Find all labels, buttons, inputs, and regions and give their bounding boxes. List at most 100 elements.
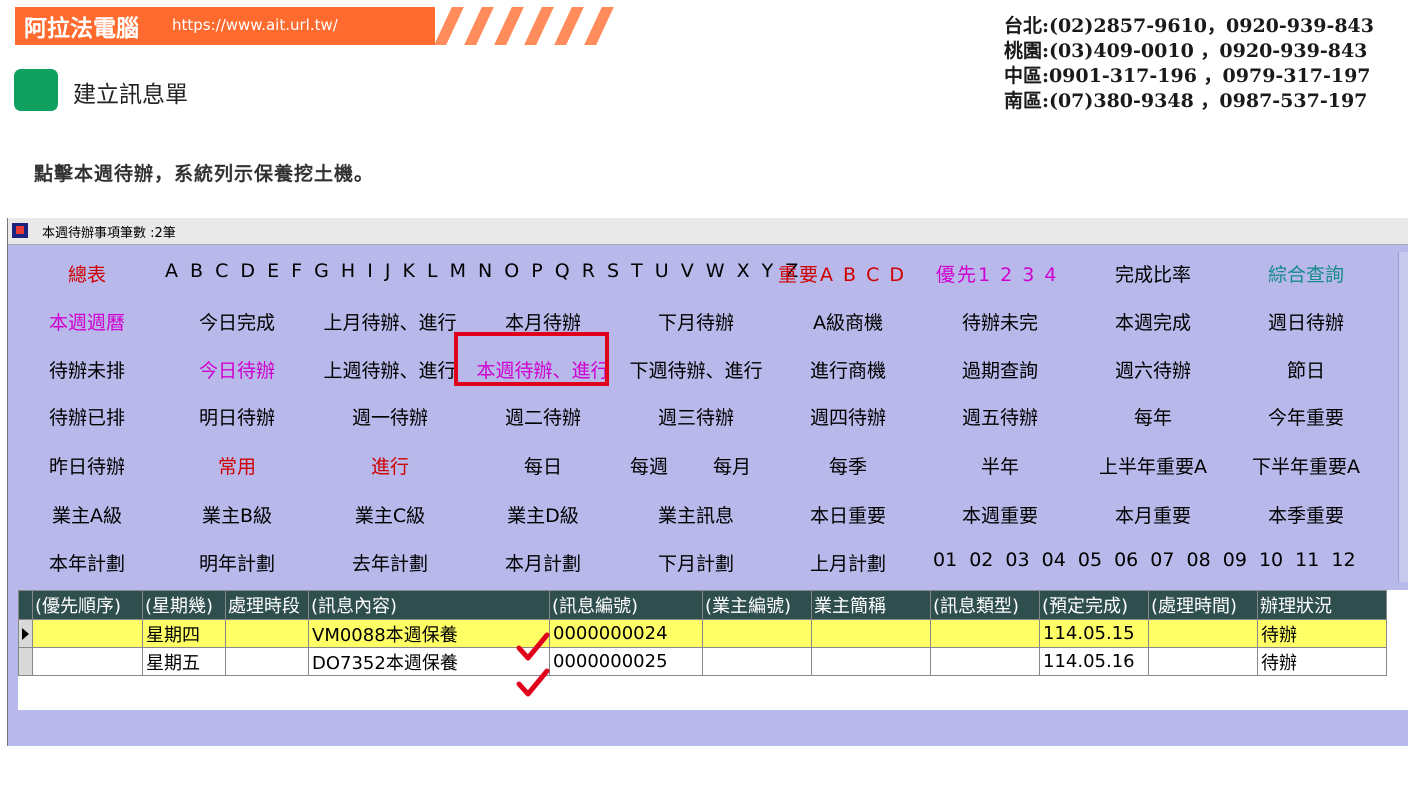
- menu-friday-todo[interactable]: 週五待辦: [924, 403, 1076, 430]
- table-cell[interactable]: [930, 619, 1040, 648]
- table-cell[interactable]: 114.05.16: [1039, 647, 1149, 676]
- menu-thursday-todo[interactable]: 週四待辦: [772, 403, 924, 430]
- menu-last-month-todo[interactable]: 上月待辦、進行: [314, 308, 466, 335]
- table-cell[interactable]: [702, 647, 812, 676]
- menu-this-year-plan[interactable]: 本年計劃: [11, 549, 163, 576]
- table-cell[interactable]: [1148, 619, 1258, 648]
- menu-weekly[interactable]: 每週: [630, 452, 668, 479]
- table-cell[interactable]: [930, 647, 1040, 676]
- menu-owner-a[interactable]: 業主A級: [11, 501, 163, 528]
- table-cell[interactable]: 0000000025: [549, 647, 703, 676]
- menu-owner-b[interactable]: 業主B級: [161, 501, 313, 528]
- table-cell[interactable]: 星期四: [142, 619, 226, 648]
- menu-last-year-plan[interactable]: 去年計劃: [314, 549, 466, 576]
- column-header[interactable]: (優先順序): [32, 590, 143, 620]
- menu-overdue-query[interactable]: 過期查詢: [924, 356, 1076, 383]
- menu-wednesday-todo[interactable]: 週三待辦: [620, 403, 772, 430]
- column-header[interactable]: (業主編號): [702, 590, 812, 620]
- menu-today-todo[interactable]: 今日待辦: [161, 356, 313, 383]
- menu-quarter-important[interactable]: 本季重要: [1230, 501, 1382, 528]
- menu-sunday-todo[interactable]: 週日待辦: [1230, 308, 1382, 335]
- table-cell[interactable]: VM0088本週保養: [308, 619, 550, 648]
- menu-last-week-todo[interactable]: 上週待辦、進行: [314, 356, 466, 383]
- table-cell[interactable]: [225, 619, 309, 648]
- table-cell[interactable]: [702, 619, 812, 648]
- table-cell[interactable]: 星期五: [142, 647, 226, 676]
- menu-next-month-todo[interactable]: 下月待辦: [620, 308, 772, 335]
- table-cell[interactable]: 0000000024: [549, 619, 703, 648]
- menu-week-done[interactable]: 本週完成: [1077, 308, 1229, 335]
- menu-last-month-plan[interactable]: 上月計劃: [772, 549, 924, 576]
- menu-total[interactable]: 總表: [11, 260, 163, 287]
- menu-next-year-plan[interactable]: 明年計劃: [161, 549, 313, 576]
- menu-todo-scheduled[interactable]: 待辦已排: [11, 403, 163, 430]
- brand-name: 阿拉法電腦: [24, 15, 139, 42]
- table-cell[interactable]: [1148, 647, 1258, 676]
- menu-holiday[interactable]: 節日: [1230, 356, 1382, 383]
- column-header[interactable]: (訊息類型): [930, 590, 1040, 620]
- table-cell[interactable]: [811, 647, 931, 676]
- menu-monday-todo[interactable]: 週一待辦: [314, 403, 466, 430]
- table-row[interactable]: 星期四 VM0088本週保養 0000000024 114.05.15 待辦: [18, 619, 1387, 648]
- column-header[interactable]: 業主簡稱: [811, 590, 931, 620]
- menu-half-year[interactable]: 半年: [924, 452, 1076, 479]
- menu-monthly[interactable]: 每月: [713, 452, 751, 479]
- menu-scrollbar[interactable]: [1398, 252, 1408, 582]
- menu-todo-unfinished[interactable]: 待辦未完: [924, 308, 1076, 335]
- menu-next-week-todo[interactable]: 下週待辦、進行: [620, 356, 772, 383]
- table-cell[interactable]: 待辦: [1257, 619, 1387, 648]
- table-cell[interactable]: DO7352本週保養: [308, 647, 550, 676]
- menu-first-half-important[interactable]: 上半年重要A: [1077, 452, 1229, 479]
- table-cell[interactable]: [225, 647, 309, 676]
- table-cell[interactable]: 114.05.15: [1039, 619, 1149, 648]
- menu-next-month-plan[interactable]: 下月計劃: [620, 549, 772, 576]
- menu-month-important[interactable]: 本月重要: [1077, 501, 1229, 528]
- column-header[interactable]: (訊息編號): [549, 590, 703, 620]
- menu-owner-c[interactable]: 業主C級: [314, 501, 466, 528]
- menu-week-important[interactable]: 本週重要: [924, 501, 1076, 528]
- menu-owner-message[interactable]: 業主訊息: [620, 501, 772, 528]
- brand-url[interactable]: https://www.ait.url.tw/: [172, 16, 338, 34]
- menu-today-important[interactable]: 本日重要: [772, 501, 924, 528]
- menu-combined-query[interactable]: 綜合查詢: [1230, 260, 1382, 287]
- menu-this-month-todo[interactable]: 本月待辦: [467, 308, 619, 335]
- menu-month-filter[interactable]: 01 02 03 04 05 06 07 08 09 10 11 12: [933, 549, 1356, 571]
- menu-quarterly[interactable]: 每季: [772, 452, 924, 479]
- menu-tuesday-todo[interactable]: 週二待辦: [467, 403, 619, 430]
- menu-in-progress[interactable]: 進行: [314, 452, 466, 479]
- menu-yearly[interactable]: 每年: [1077, 403, 1229, 430]
- column-header[interactable]: 處理時段: [225, 590, 309, 620]
- menu-letter-filter[interactable]: A B C D E F G H I J K L M N O P Q R S T …: [165, 260, 801, 282]
- menu-daily[interactable]: 每日: [467, 452, 619, 479]
- column-header[interactable]: (處理時間): [1148, 590, 1258, 620]
- menu-priority-filter[interactable]: 優先1 2 3 4: [936, 260, 1058, 287]
- menu-second-half-important[interactable]: 下半年重要A: [1230, 452, 1382, 479]
- menu-tomorrow-todo[interactable]: 明日待辦: [161, 403, 313, 430]
- menu-active-opportunity[interactable]: 進行商機: [772, 356, 924, 383]
- menu-today-done[interactable]: 今日完成: [161, 308, 313, 335]
- table-row[interactable]: 星期五 DO7352本週保養 0000000025 114.05.16 待辦: [18, 647, 1387, 676]
- table-cell[interactable]: [32, 619, 143, 648]
- menu-owner-d[interactable]: 業主D級: [467, 501, 619, 528]
- section-marker-icon: [14, 69, 58, 111]
- column-header[interactable]: (預定完成): [1039, 590, 1149, 620]
- menu-important-filter[interactable]: 重要A B C D: [778, 260, 906, 287]
- column-header[interactable]: 辦理狀況: [1257, 590, 1387, 620]
- menu-saturday-todo[interactable]: 週六待辦: [1077, 356, 1229, 383]
- menu-todo-unscheduled[interactable]: 待辦未排: [11, 356, 163, 383]
- menu-frequent[interactable]: 常用: [161, 452, 313, 479]
- menu-week-calendar[interactable]: 本週週曆: [11, 308, 163, 335]
- table-cell[interactable]: [811, 619, 931, 648]
- message-grid: (優先順序) (星期幾) 處理時段 (訊息內容) (訊息編號) (業主編號) 業…: [18, 590, 1408, 710]
- column-header[interactable]: (訊息內容): [308, 590, 550, 620]
- column-header[interactable]: (星期幾): [142, 590, 226, 620]
- menu-this-month-plan[interactable]: 本月計劃: [467, 549, 619, 576]
- table-cell[interactable]: [32, 647, 143, 676]
- menu-completion-rate[interactable]: 完成比率: [1077, 260, 1229, 287]
- menu-yesterday-todo[interactable]: 昨日待辦: [11, 452, 163, 479]
- menu-a-level-opportunity[interactable]: A級商機: [772, 308, 924, 335]
- row-indicator[interactable]: [18, 619, 33, 648]
- row-indicator[interactable]: [18, 647, 33, 676]
- table-cell[interactable]: 待辦: [1257, 647, 1387, 676]
- menu-this-year-important[interactable]: 今年重要: [1230, 403, 1382, 430]
